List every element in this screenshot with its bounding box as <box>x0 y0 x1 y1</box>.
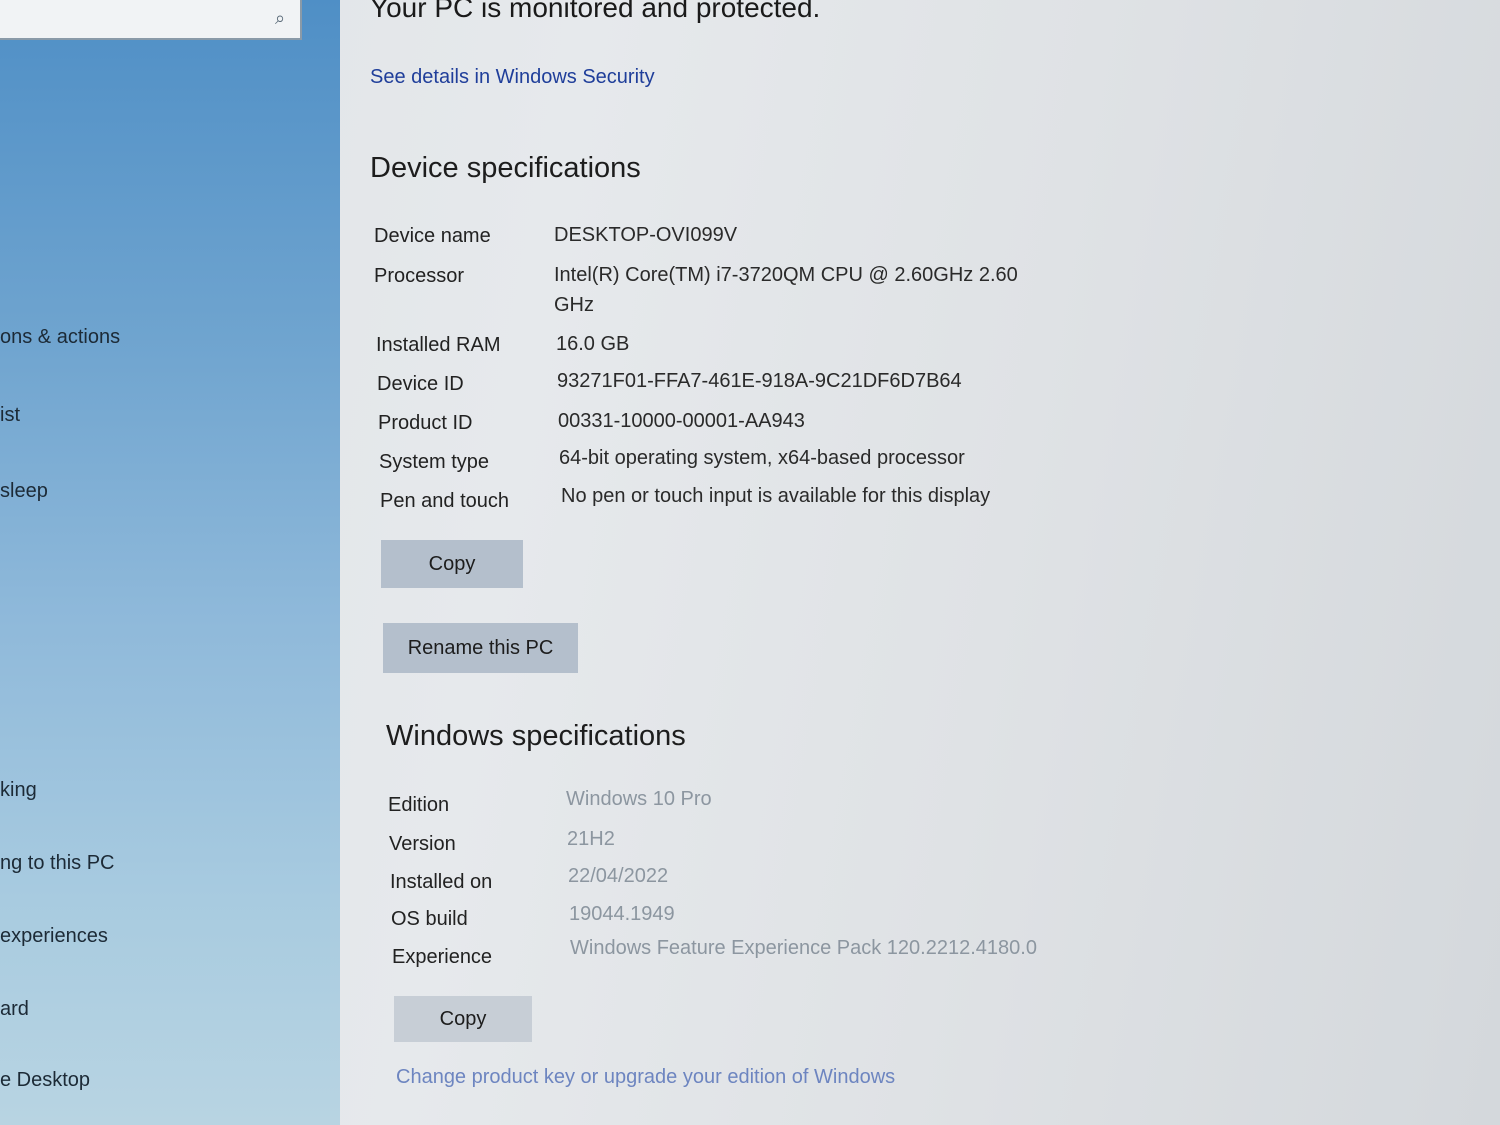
copy-windows-specs-button[interactable]: Copy <box>394 996 532 1042</box>
sidebar-item-focus-assist[interactable]: ist <box>0 404 20 427</box>
spec-value-device-id: 93271F01-FFA7-461E-918A-9C21DF6D7B64 <box>557 370 962 392</box>
win-label-os-build: OS build <box>391 908 468 930</box>
search-input[interactable]: ⌕ <box>0 0 302 40</box>
spec-label-device-id: Device ID <box>377 373 464 395</box>
search-icon[interactable]: ⌕ <box>270 8 290 28</box>
windows-security-link[interactable]: See details in Windows Security <box>370 66 655 89</box>
spec-value-installed-ram: 16.0 GB <box>556 333 630 355</box>
windows-specifications-title: Windows specifications <box>386 720 686 752</box>
win-value-installed-on: 22/04/2022 <box>568 865 669 887</box>
sidebar: ⌕ ons & actions ist sleep king ng to thi… <box>0 0 340 1125</box>
device-specifications-title: Device specifications <box>370 152 641 184</box>
win-value-experience: Windows Feature Experience Pack 120.2212… <box>570 937 1037 959</box>
settings-window: ⌕ ons & actions ist sleep king ng to thi… <box>0 0 1500 1125</box>
spec-value-processor: Intel(R) Core(TM) i7-3720QM CPU @ 2.60GH… <box>554 264 1018 286</box>
spec-value-processor-unit: GHz <box>554 294 594 316</box>
copy-device-specs-button[interactable]: Copy <box>381 540 523 588</box>
sidebar-item-remote-desktop[interactable]: e Desktop <box>0 1069 90 1092</box>
protection-status-heading: Your PC is monitored and protected. <box>370 0 821 23</box>
sidebar-item-projecting-to-this-pc[interactable]: ng to this PC <box>0 852 115 875</box>
sidebar-item-notifications-actions[interactable]: ons & actions <box>0 326 120 349</box>
change-product-key-link[interactable]: Change product key or upgrade your editi… <box>396 1066 895 1089</box>
win-label-version: Version <box>389 833 456 855</box>
win-value-os-build: 19044.1949 <box>569 903 675 925</box>
spec-value-product-id: 00331-10000-00001-AA943 <box>558 410 805 432</box>
sidebar-item-power-sleep[interactable]: sleep <box>0 480 48 503</box>
sidebar-item-clipboard[interactable]: ard <box>0 998 29 1021</box>
rename-this-pc-button[interactable]: Rename this PC <box>383 623 578 673</box>
spec-label-device-name: Device name <box>374 225 491 247</box>
spec-label-processor: Processor <box>374 265 465 287</box>
win-label-edition: Edition <box>388 794 450 816</box>
spec-value-system-type: 64-bit operating system, x64-based proce… <box>559 447 965 469</box>
win-value-version: 21H2 <box>567 828 615 850</box>
about-content: Your PC is monitored and protected. See … <box>340 0 1500 1125</box>
spec-value-pen-and-touch: No pen or touch input is available for t… <box>561 485 991 507</box>
win-value-edition: Windows 10 Pro <box>566 788 712 810</box>
sidebar-item-multitasking[interactable]: king <box>0 779 37 802</box>
win-label-installed-on: Installed on <box>390 871 493 893</box>
spec-value-device-name: DESKTOP-OVI099V <box>554 224 738 246</box>
win-label-experience: Experience <box>392 946 493 968</box>
sidebar-item-shared-experiences[interactable]: experiences <box>0 925 108 948</box>
spec-label-pen-and-touch: Pen and touch <box>380 490 509 512</box>
spec-label-installed-ram: Installed RAM <box>376 334 501 356</box>
spec-label-system-type: System type <box>379 451 490 473</box>
spec-label-product-id: Product ID <box>378 412 473 434</box>
